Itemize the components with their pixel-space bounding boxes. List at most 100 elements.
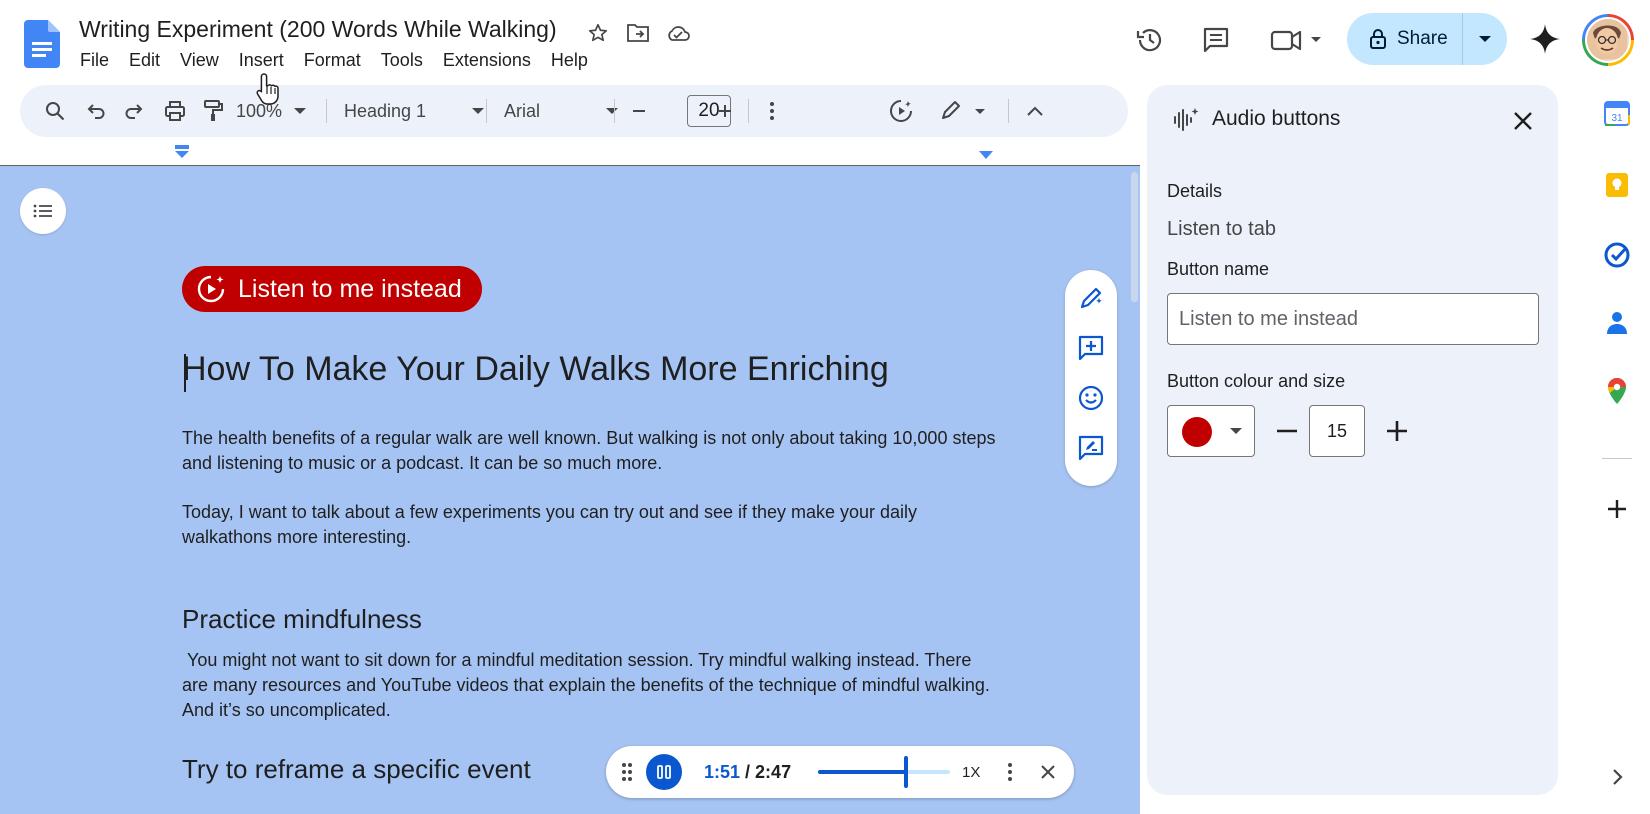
share-main[interactable]: Share <box>1347 13 1463 65</box>
paragraph[interactable]: Today, I want to talk about a few experi… <box>182 500 1002 550</box>
listen-audio-button[interactable]: Listen to me instead <box>182 266 482 312</box>
menu-edit[interactable]: Edit <box>119 48 170 72</box>
colour-picker-button[interactable] <box>1167 405 1255 457</box>
suggest-icon[interactable] <box>1077 434 1105 462</box>
playback-speed-button[interactable]: 1X <box>962 746 980 798</box>
section-heading[interactable]: Practice mindfulness <box>182 604 422 635</box>
audio-player: 1:51 / 2:47 1X <box>606 746 1074 798</box>
document-scrollbar[interactable] <box>1128 166 1140 814</box>
toolbar: 100% Heading 1 Arial 20 <box>20 85 1128 137</box>
comments-icon[interactable] <box>1198 22 1234 58</box>
listen-audio-label: Listen to me instead <box>238 274 462 303</box>
chevron-right-icon[interactable] <box>1602 762 1632 792</box>
share-button[interactable]: Share <box>1347 13 1507 65</box>
star-icon[interactable] <box>585 20 611 46</box>
font-select[interactable]: Arial <box>504 85 618 137</box>
edit-mode-icon[interactable] <box>938 85 988 137</box>
search-icon[interactable] <box>40 85 70 137</box>
share-dropdown[interactable] <box>1463 13 1507 65</box>
add-comment-icon[interactable] <box>1077 334 1105 362</box>
emoji-icon[interactable] <box>1077 384 1105 412</box>
paragraph[interactable]: You might not want to sit down for a min… <box>182 648 1002 723</box>
text-cursor <box>184 354 186 392</box>
print-icon[interactable] <box>160 85 190 137</box>
outline-icon[interactable] <box>20 188 66 234</box>
history-icon[interactable] <box>1132 22 1168 58</box>
toolbar-divider <box>326 99 327 123</box>
right-margin-marker[interactable] <box>978 150 994 160</box>
avatar[interactable] <box>1582 14 1634 66</box>
contacts-icon[interactable] <box>1602 308 1632 338</box>
pause-button[interactable] <box>646 754 682 790</box>
menu-extensions[interactable]: Extensions <box>433 48 541 72</box>
maps-icon[interactable] <box>1602 376 1632 406</box>
button-size-input[interactable]: 15 <box>1309 405 1365 457</box>
pause-icon <box>657 765 671 779</box>
menu-help[interactable]: Help <box>541 48 598 72</box>
more-icon[interactable] <box>760 85 784 137</box>
menu-insert[interactable]: Insert <box>229 48 294 72</box>
audio-spark-icon <box>1174 108 1199 131</box>
progress-handle[interactable] <box>903 756 908 788</box>
meet-icon[interactable] <box>1266 22 1326 58</box>
side-rail: 31 <box>1594 90 1650 814</box>
cloud-icon[interactable] <box>665 20 691 46</box>
chevron-down-icon <box>472 108 484 114</box>
close-icon[interactable] <box>1509 107 1537 135</box>
toolbar-divider <box>748 99 749 123</box>
style-select[interactable]: Heading 1 <box>344 85 484 137</box>
colour-swatch <box>1182 417 1212 447</box>
floating-actions <box>1065 270 1117 486</box>
increase-font-size-button[interactable] <box>712 85 738 137</box>
chevron-down-icon <box>1479 36 1491 42</box>
edit-ai-icon[interactable] <box>1077 284 1105 312</box>
progress-fill <box>818 770 906 774</box>
toolbar-divider <box>614 99 615 123</box>
move-folder-icon[interactable] <box>625 20 651 46</box>
progress-slider[interactable] <box>818 756 950 788</box>
undo-icon[interactable] <box>80 85 110 137</box>
menu-bar: File Edit View Insert Format Tools Exten… <box>70 48 598 72</box>
drag-handle-icon[interactable] <box>616 746 638 798</box>
collapse-icon[interactable] <box>1020 85 1050 137</box>
paint-format-icon[interactable] <box>198 85 228 137</box>
audio-buttons-panel: Audio buttons Details Listen to tab Butt… <box>1147 85 1558 795</box>
ruler[interactable] <box>0 140 1140 166</box>
paragraph[interactable]: The health benefits of a regular walk ar… <box>182 426 1002 476</box>
details-value: Listen to tab <box>1167 218 1276 240</box>
mouse-pointer-icon <box>256 73 279 105</box>
document-heading[interactable]: How To Make Your Daily Walks More Enrich… <box>182 350 889 389</box>
calendar-icon[interactable]: 31 <box>1602 98 1632 128</box>
chevron-down-icon <box>294 108 307 114</box>
keep-icon[interactable] <box>1602 170 1632 200</box>
menu-format[interactable]: Format <box>294 48 371 72</box>
menu-view[interactable]: View <box>170 48 229 72</box>
menu-tools[interactable]: Tools <box>371 48 433 72</box>
font-value: Arial <box>504 100 541 121</box>
toolbar-divider <box>486 99 487 123</box>
button-name-input[interactable]: Listen to me instead <box>1167 293 1539 345</box>
svg-text:31: 31 <box>1611 113 1623 124</box>
increase-size-button[interactable] <box>1375 409 1419 453</box>
play-spark-icon <box>197 275 225 303</box>
close-icon[interactable] <box>1034 746 1062 798</box>
current-time: 1:51 <box>704 761 741 782</box>
menu-file[interactable]: File <box>70 48 119 72</box>
rail-divider <box>1602 458 1632 459</box>
panel-title: Audio buttons <box>1212 107 1341 130</box>
time-separator: / <box>740 761 756 782</box>
style-value: Heading 1 <box>344 100 427 121</box>
docs-logo-icon[interactable] <box>24 20 60 68</box>
more-icon[interactable] <box>998 746 1022 798</box>
chevron-down-icon <box>606 108 618 114</box>
plus-icon[interactable] <box>1602 494 1632 524</box>
decrease-font-size-button[interactable] <box>626 85 652 137</box>
colour-size-label: Button colour and size <box>1167 371 1346 391</box>
redo-icon[interactable] <box>120 85 150 137</box>
tasks-icon[interactable] <box>1602 240 1632 270</box>
indent-marker[interactable] <box>174 144 190 160</box>
section-heading[interactable]: Try to reframe a specific event <box>182 754 531 785</box>
gemini-icon[interactable] <box>1528 22 1562 56</box>
document-title[interactable]: Writing Experiment (200 Words While Walk… <box>79 16 557 43</box>
playback-icon[interactable] <box>886 85 916 137</box>
